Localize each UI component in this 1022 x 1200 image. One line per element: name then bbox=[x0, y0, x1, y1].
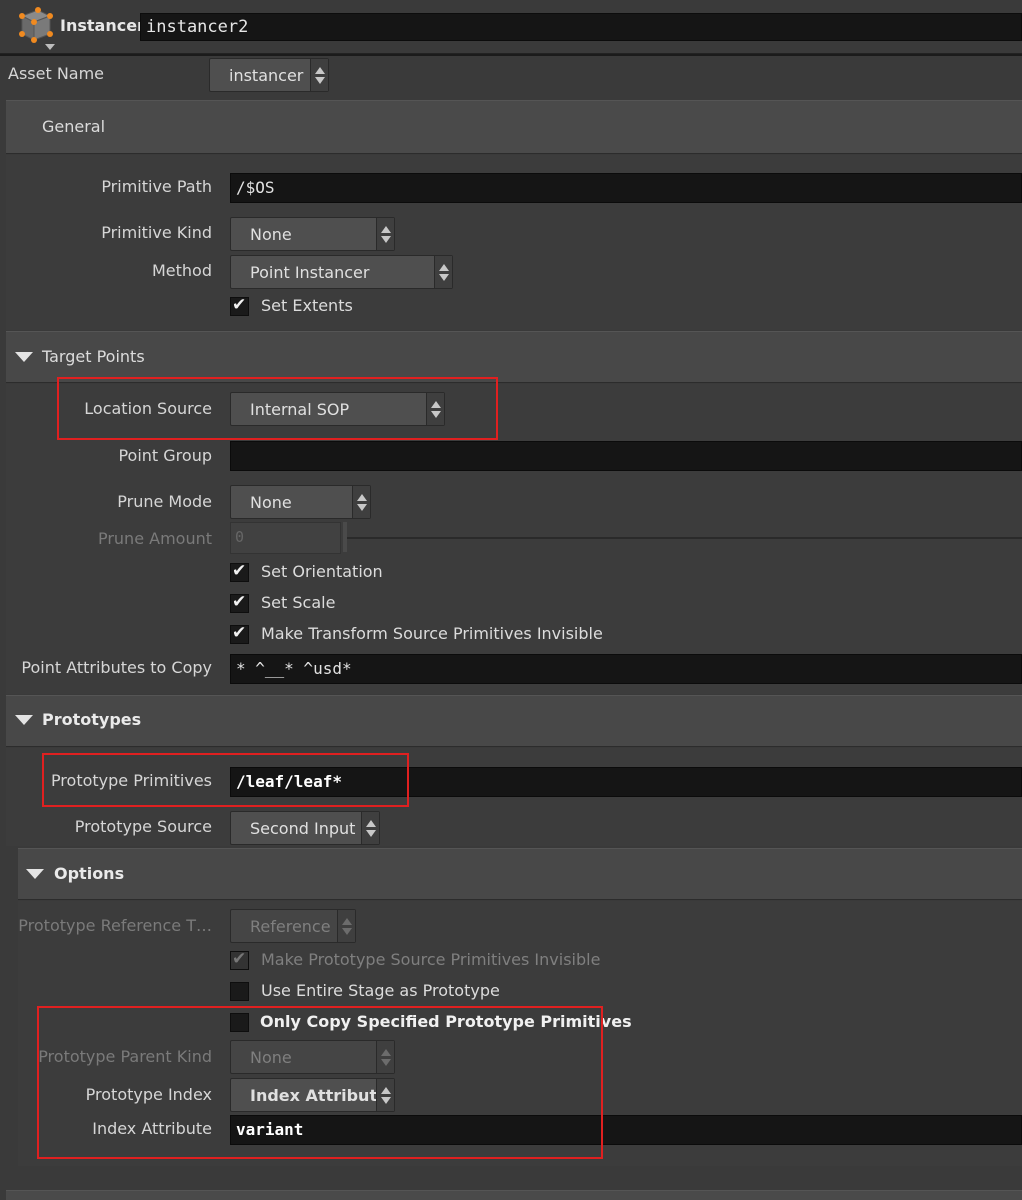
asset-name-value: instancer bbox=[229, 66, 304, 85]
primitive-kind-dropdown[interactable]: None bbox=[230, 217, 395, 251]
point-group-label: Point Group bbox=[118, 446, 212, 465]
make-invisible-checkbox[interactable] bbox=[230, 623, 249, 644]
bottom-section-bar bbox=[6, 1190, 1022, 1200]
primitive-kind-value: None bbox=[250, 225, 292, 244]
dropdown-arrows-icon bbox=[376, 218, 394, 250]
prototypes-header[interactable] bbox=[6, 695, 1022, 747]
reference-type-value: Reference bbox=[250, 917, 331, 936]
make-invisible-label: Make Transform Source Primitives Invisib… bbox=[261, 624, 603, 643]
point-attributes-field[interactable]: * ^__* ^usd* bbox=[230, 654, 1022, 684]
set-extents-checkbox[interactable] bbox=[230, 295, 249, 316]
prototype-source-label: Prototype Source bbox=[74, 817, 212, 836]
options-title: Options bbox=[54, 864, 125, 883]
asset-name-dropdown[interactable]: instancer bbox=[209, 58, 329, 92]
method-dropdown[interactable]: Point Instancer bbox=[230, 255, 453, 289]
make-proto-invisible-label: Make Prototype Source Primitives Invisib… bbox=[261, 950, 601, 969]
collapse-triangle-icon[interactable] bbox=[15, 715, 33, 725]
asset-name-label: Asset Name bbox=[8, 64, 105, 83]
set-orientation-checkbox[interactable] bbox=[230, 561, 249, 582]
prototypes-title: Prototypes bbox=[42, 710, 142, 729]
header-divider bbox=[0, 54, 1022, 56]
target-points-header[interactable] bbox=[6, 331, 1022, 383]
set-scale-label: Set Scale bbox=[261, 593, 336, 612]
point-attributes-label: Point Attributes to Copy bbox=[21, 658, 212, 677]
use-entire-stage-checkbox[interactable] bbox=[230, 982, 249, 1001]
method-label: Method bbox=[151, 261, 212, 280]
dropdown-arrows-icon bbox=[352, 486, 370, 518]
dropdown-arrows-icon bbox=[310, 59, 328, 91]
method-value: Point Instancer bbox=[250, 263, 370, 282]
dropdown-arrows-icon bbox=[337, 910, 355, 942]
use-entire-stage-label: Use Entire Stage as Prototype bbox=[261, 981, 500, 1000]
prune-mode-value: None bbox=[250, 493, 292, 512]
dropdown-arrows-icon bbox=[361, 812, 379, 844]
prune-amount-slider[interactable] bbox=[347, 537, 1022, 539]
prototype-source-dropdown[interactable]: Second Input bbox=[230, 811, 380, 845]
prune-amount-label: Prune Amount bbox=[97, 529, 212, 548]
node-type-label: Instancer bbox=[60, 16, 145, 35]
general-tab[interactable] bbox=[6, 100, 1022, 154]
set-extents-label: Set Extents bbox=[261, 296, 353, 315]
reference-type-dropdown[interactable]: Reference bbox=[230, 909, 356, 943]
reference-type-label: Prototype Reference T… bbox=[18, 916, 212, 935]
options-header[interactable] bbox=[18, 848, 1022, 900]
general-tab-label: General bbox=[42, 117, 106, 136]
collapse-triangle-icon[interactable] bbox=[26, 869, 44, 879]
make-proto-invisible-checkbox[interactable] bbox=[230, 949, 249, 970]
point-group-field[interactable] bbox=[230, 441, 1022, 471]
highlight-location-source bbox=[57, 377, 498, 440]
target-points-title: Target Points bbox=[42, 347, 145, 366]
node-name-field[interactable]: instancer2 bbox=[140, 13, 1022, 41]
prototype-source-value: Second Input bbox=[250, 819, 356, 838]
highlight-prototype-index-options bbox=[37, 1006, 603, 1159]
primitive-path-field[interactable]: /$OS bbox=[230, 173, 1022, 203]
collapse-triangle-icon[interactable] bbox=[15, 352, 33, 362]
instancer-node-icon[interactable] bbox=[12, 4, 58, 50]
set-scale-checkbox[interactable] bbox=[230, 592, 249, 613]
highlight-prototype-primitives bbox=[42, 753, 409, 807]
prune-mode-dropdown[interactable]: None bbox=[230, 485, 371, 519]
primitive-kind-label: Primitive Kind bbox=[101, 223, 212, 242]
prune-amount-field[interactable]: 0 bbox=[230, 522, 341, 554]
set-orientation-label: Set Orientation bbox=[261, 562, 383, 581]
primitive-path-label: Primitive Path bbox=[101, 177, 212, 196]
dropdown-arrows-icon bbox=[434, 256, 452, 288]
prune-mode-label: Prune Mode bbox=[117, 492, 212, 511]
